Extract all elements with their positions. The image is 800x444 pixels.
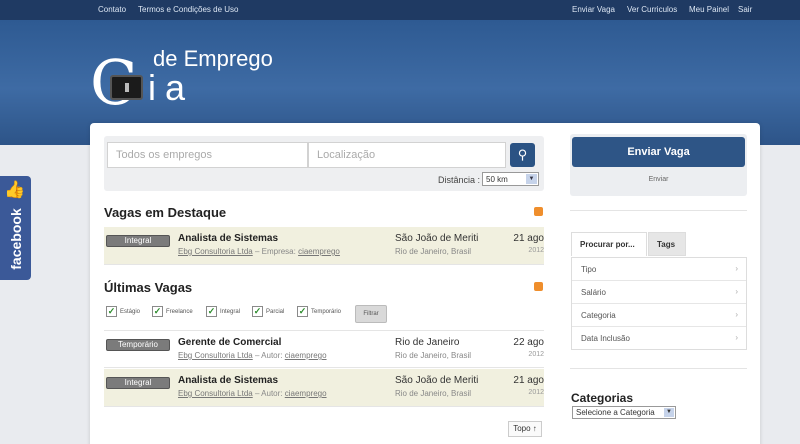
filter-label: Freelance bbox=[166, 309, 193, 315]
job-region: Rio de Janeiro, Brasil bbox=[395, 351, 472, 360]
category-select-value: Selecione a Categoria bbox=[576, 408, 655, 417]
search-icon: ⚲ bbox=[517, 147, 528, 162]
browse-item-date[interactable]: Data Inclusão › bbox=[572, 327, 746, 350]
job-date: 21 ago bbox=[513, 233, 544, 244]
company-link[interactable]: Ebg Consultoria Ltda bbox=[178, 247, 253, 256]
briefcase-icon bbox=[110, 75, 143, 100]
job-title-link[interactable]: Gerente de Comercial bbox=[178, 337, 281, 348]
poster-link[interactable]: ciaemprego bbox=[285, 351, 327, 360]
distance-value: 50 km bbox=[486, 175, 508, 184]
job-city: Rio de Janeiro bbox=[395, 337, 460, 348]
dropdown-arrow-icon: ▼ bbox=[664, 408, 674, 417]
job-company: Ebg Consultoria Ltda – Autor: ciaemprego bbox=[178, 389, 327, 398]
job-region: Rio de Janeiro, Brasil bbox=[395, 389, 472, 398]
checkbox-integral[interactable]: ✓ bbox=[206, 306, 217, 317]
checkbox-estagio[interactable]: ✓ bbox=[106, 306, 117, 317]
tab-tags[interactable]: Tags bbox=[648, 232, 686, 256]
job-type-badge: Temporário bbox=[106, 339, 170, 351]
job-year: 2012 bbox=[528, 247, 544, 254]
rss-icon[interactable] bbox=[534, 282, 543, 291]
logo-text: ia bbox=[148, 67, 195, 108]
job-type-badge: Integral bbox=[106, 235, 170, 247]
company-separator: – Autor: bbox=[252, 389, 285, 398]
search-button[interactable]: ⚲ bbox=[510, 143, 535, 167]
job-city: São João de Meriti bbox=[395, 233, 479, 244]
rss-icon[interactable] bbox=[534, 207, 543, 216]
latest-jobs-heading: Últimas Vagas bbox=[104, 280, 193, 295]
filter-label: Temporário bbox=[311, 309, 342, 315]
post-job-button[interactable]: Enviar Vaga bbox=[572, 137, 745, 167]
chevron-right-icon: › bbox=[735, 287, 738, 296]
job-row[interactable]: Integral Analista de Sistemas Ebg Consul… bbox=[104, 227, 544, 265]
post-job-subtext: Enviar bbox=[648, 176, 669, 183]
job-date: 22 ago bbox=[513, 337, 544, 348]
company-link[interactable]: Ebg Consultoria Ltda bbox=[178, 389, 253, 398]
poster-link[interactable]: ciaemprego bbox=[298, 247, 340, 256]
categories-heading: Categorias bbox=[571, 391, 634, 405]
divider bbox=[570, 368, 747, 369]
filter-label: Estágio bbox=[120, 309, 141, 315]
job-row[interactable]: Temporário Gerente de Comercial Ebg Cons… bbox=[104, 330, 544, 368]
facebook-label: facebook bbox=[8, 208, 24, 270]
my-dashboard-link[interactable]: Meu Painel bbox=[689, 5, 729, 14]
keyword-search-input[interactable]: Todos os empregos bbox=[107, 142, 308, 168]
post-job-link[interactable]: Enviar Vaga bbox=[572, 5, 615, 14]
job-row[interactable]: Integral Analista de Sistemas Ebg Consul… bbox=[104, 369, 544, 407]
job-date: 21 ago bbox=[513, 375, 544, 386]
browse-item-label: Data Inclusão bbox=[581, 334, 630, 343]
filter-label: Parcial bbox=[266, 309, 285, 315]
browse-item-category[interactable]: Categoria › bbox=[572, 304, 746, 327]
checkbox-freelance[interactable]: ✓ bbox=[152, 306, 163, 317]
logout-link[interactable]: Sair bbox=[738, 5, 752, 14]
poster-link[interactable]: ciaemprego bbox=[285, 389, 327, 398]
job-company: Ebg Consultoria Ltda – Autor: ciaemprego bbox=[178, 351, 327, 360]
job-company: Ebg Consultoria Ltda – Empresa: ciaempre… bbox=[178, 247, 340, 256]
browse-item-label: Tipo bbox=[581, 265, 597, 274]
job-title-link[interactable]: Analista de Sistemas bbox=[178, 375, 278, 386]
facebook-like-tab[interactable]: 👍 facebook bbox=[0, 176, 31, 280]
terms-link[interactable]: Termos e Condições de Uso bbox=[138, 5, 239, 14]
chevron-right-icon: › bbox=[735, 264, 738, 273]
view-resumes-link[interactable]: Ver Curriculos bbox=[627, 5, 677, 14]
job-type-badge: Integral bbox=[106, 377, 170, 389]
tab-browse-by[interactable]: Procurar por... bbox=[571, 232, 647, 256]
job-search-form: Todos os empregos Localização ⚲ Distânci… bbox=[104, 136, 544, 191]
featured-jobs-heading: Vagas em Destaque bbox=[104, 205, 227, 220]
job-year: 2012 bbox=[528, 389, 544, 396]
contact-link[interactable]: Contato bbox=[98, 5, 126, 14]
company-separator: – Empresa: bbox=[252, 247, 299, 256]
distance-select[interactable]: 50 km ▼ bbox=[482, 172, 539, 186]
job-year: 2012 bbox=[528, 351, 544, 358]
distance-label: Distância : bbox=[438, 175, 481, 185]
back-to-top-link[interactable]: Topo ↑ bbox=[508, 421, 542, 437]
browse-item-label: Salário bbox=[581, 288, 606, 297]
company-link[interactable]: Ebg Consultoria Ltda bbox=[178, 351, 253, 360]
browse-item-label: Categoria bbox=[581, 311, 616, 320]
filter-button[interactable]: Filtrar bbox=[355, 305, 387, 323]
job-city: São João de Meriti bbox=[395, 375, 479, 386]
checkbox-temporario[interactable]: ✓ bbox=[297, 306, 308, 317]
browse-item-salary[interactable]: Salário › bbox=[572, 281, 746, 304]
filter-label: Integral bbox=[220, 309, 241, 315]
chevron-right-icon: › bbox=[735, 333, 738, 342]
company-separator: – Autor: bbox=[252, 351, 285, 360]
category-select[interactable]: Selecione a Categoria ▼ bbox=[572, 406, 676, 419]
top-navigation-bar: Contato Termos e Condições de Uso Enviar… bbox=[0, 0, 800, 20]
divider bbox=[570, 210, 747, 211]
browse-list: Tipo › Salário › Categoria › Data Inclusão › bbox=[571, 257, 747, 350]
dropdown-arrow-icon: ▼ bbox=[526, 174, 537, 184]
job-region: Rio de Janeiro, Brasil bbox=[395, 247, 472, 256]
job-title-link[interactable]: Analista de Sistemas bbox=[178, 233, 278, 244]
location-input[interactable]: Localização bbox=[308, 142, 506, 168]
browse-item-type[interactable]: Tipo › bbox=[572, 258, 746, 281]
chevron-right-icon: › bbox=[735, 310, 738, 319]
checkbox-parcial[interactable]: ✓ bbox=[252, 306, 263, 317]
logo-subtitle: de Emprego bbox=[153, 46, 273, 71]
